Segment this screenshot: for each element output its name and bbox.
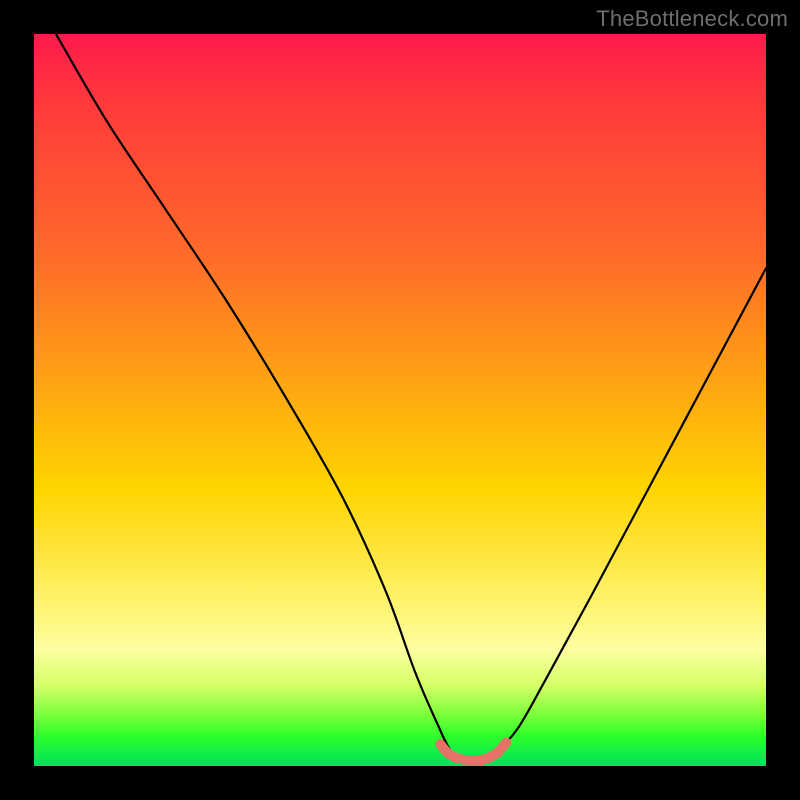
- bottleneck-curve-path: [56, 34, 766, 760]
- chart-frame: TheBottleneck.com: [0, 0, 800, 800]
- plot-area: [34, 34, 766, 766]
- watermark-text: TheBottleneck.com: [596, 6, 788, 32]
- curve-layer: [34, 34, 766, 766]
- optimal-range-marker-path: [440, 743, 506, 761]
